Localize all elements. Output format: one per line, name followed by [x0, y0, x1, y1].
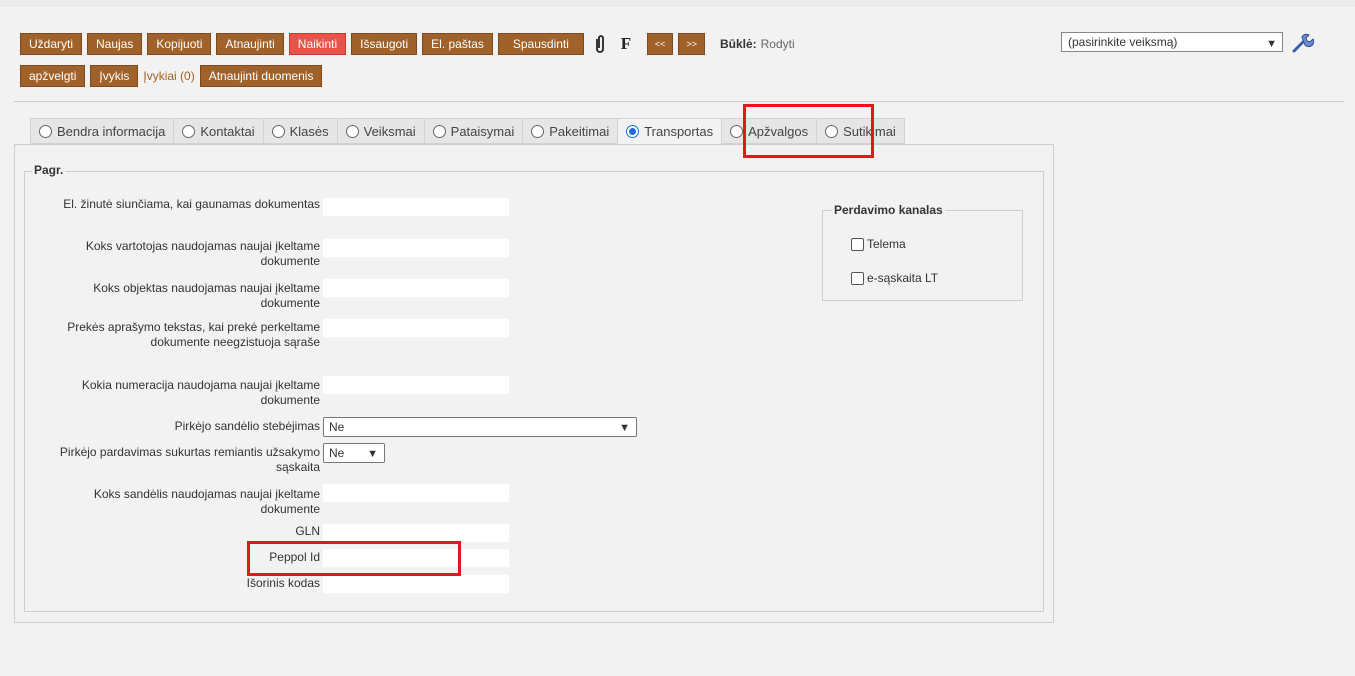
tab-general[interactable]: Bendra informacija [30, 118, 174, 144]
f-icon[interactable]: F [615, 33, 637, 55]
radio-icon [730, 124, 744, 138]
numbering-input[interactable] [323, 376, 509, 394]
esaskaita-option[interactable]: e-sąskaita LT [851, 271, 938, 285]
wrench-icon[interactable] [1290, 31, 1315, 55]
radio-icon [182, 124, 196, 138]
print-button[interactable]: Spausdinti [497, 33, 584, 55]
close-button[interactable]: Uždaryti [20, 33, 83, 55]
label-warehouse: Koks sandėlis naudojamas naujai įkeltame… [93, 487, 320, 516]
tab-label: Bendra informacija [57, 123, 166, 139]
buyer-warehouse-select[interactable]: Ne ▼ [323, 417, 637, 437]
label-email-on-receive: El. žinutė siunčiama, kai gaunamas dokum… [63, 197, 320, 211]
action-select[interactable]: (pasirinkite veiksmą) ▼ [1061, 32, 1283, 52]
chevron-down-icon: ▼ [367, 448, 378, 460]
top-strip [0, 0, 1355, 6]
refresh-data-button[interactable]: Atnaujinti duomenis [199, 65, 323, 87]
label-item-description: Prekės aprašymo tekstas, kai prekė perke… [67, 320, 320, 349]
toolbar-row-1: Uždaryti Naujas Kopijuoti Atnaujinti Nai… [20, 32, 795, 56]
tab-label: Transportas [644, 123, 714, 139]
label-buyer-warehouse: Pirkėjo sandėlio stebėjimas [174, 419, 320, 433]
channel-legend: Perdavimo kanalas [832, 203, 945, 217]
esaskaita-checkbox[interactable] [851, 271, 864, 285]
telema-label: Telema [867, 237, 906, 251]
telema-checkbox[interactable] [851, 237, 864, 251]
label-user: Koks vartotojas naudojamas naujai įkelta… [85, 239, 320, 268]
label-numbering: Kokia numeracija naudojama naujai įkelta… [81, 378, 320, 407]
tab-highlight-box [743, 104, 874, 158]
radio-icon [432, 124, 446, 138]
telema-option[interactable]: Telema [851, 237, 906, 251]
radio-icon [271, 124, 285, 138]
chevron-down-icon: ▼ [1266, 38, 1277, 50]
label-buyer-sale: Pirkėjo pardavimas sukurtas remiantis už… [59, 445, 320, 474]
event-button[interactable]: Įvykis [90, 65, 139, 87]
radio-icon [345, 124, 359, 138]
tab-transport[interactable]: Transportas [617, 118, 722, 144]
tab-label: Pataisymai [450, 123, 515, 139]
user-input[interactable] [323, 239, 509, 257]
paperclip-icon[interactable] [589, 33, 611, 55]
copy-button[interactable]: Kopijuoti [147, 33, 212, 55]
save-button[interactable]: Išsaugoti [351, 33, 418, 55]
tab-corrections[interactable]: Pataisymai [423, 118, 523, 144]
external-code-input[interactable] [323, 575, 509, 593]
toolbar: Uždaryti Naujas Kopijuoti Atnaujinti Nai… [20, 32, 795, 96]
next-button[interactable]: >> [678, 33, 705, 55]
delete-button[interactable]: Naikinti [288, 33, 347, 55]
tab-label: Kontaktai [200, 123, 255, 139]
tab-label: Pakeitimai [549, 123, 610, 139]
object-input[interactable] [323, 279, 509, 297]
tab-actions[interactable]: Veiksmai [336, 118, 424, 144]
action-select-value: (pasirinkite veiksmą) [1068, 35, 1178, 49]
buyer-sale-value: Ne [329, 446, 345, 460]
overview-button[interactable]: apžvelgti [20, 65, 86, 87]
buyer-sale-select[interactable]: Ne ▼ [323, 443, 385, 463]
tab-label: Klasės [289, 123, 329, 139]
prev-button[interactable]: << [646, 33, 674, 55]
tab-changes[interactable]: Pakeitimai [522, 118, 618, 144]
wrench-svg [1292, 33, 1315, 53]
events-link[interactable]: Įvykiai (0) [143, 69, 194, 83]
email-on-receive-input[interactable] [323, 198, 509, 216]
radio-selected-icon [626, 124, 640, 138]
item-description-input[interactable] [323, 319, 509, 337]
label-external-code: Išorinis kodas [246, 576, 320, 590]
toolbar-divider [14, 101, 1344, 102]
state-value: Rodyti [760, 37, 795, 51]
radio-icon [39, 124, 52, 138]
toolbar-row-2: apžvelgti Įvykis Įvykiai (0) Atnaujinti … [20, 64, 795, 88]
buyer-warehouse-value: Ne [329, 420, 345, 434]
state-label: Būklė: [719, 37, 757, 51]
paperclip-svg [596, 35, 604, 53]
tab-contacts[interactable]: Kontaktai [173, 118, 263, 144]
warehouse-input[interactable] [323, 484, 509, 502]
channel-fieldset [822, 210, 1023, 301]
esaskaita-label: e-sąskaita LT [867, 271, 939, 285]
refresh-button[interactable]: Atnaujinti [216, 33, 284, 55]
email-button[interactable]: El. paštas [422, 33, 493, 55]
section-legend: Pagr. [32, 163, 66, 177]
tab-label: Veiksmai [363, 123, 416, 139]
peppol-highlight-box [247, 541, 461, 576]
new-button[interactable]: Naujas [87, 33, 143, 55]
tab-classes[interactable]: Klasės [262, 118, 337, 144]
label-object: Koks objektas naudojamas naujai įkeltame… [93, 281, 320, 310]
label-gln: GLN [295, 524, 320, 538]
gln-input[interactable] [323, 524, 509, 542]
radio-icon [531, 124, 545, 138]
chevron-down-icon: ▼ [619, 422, 630, 434]
